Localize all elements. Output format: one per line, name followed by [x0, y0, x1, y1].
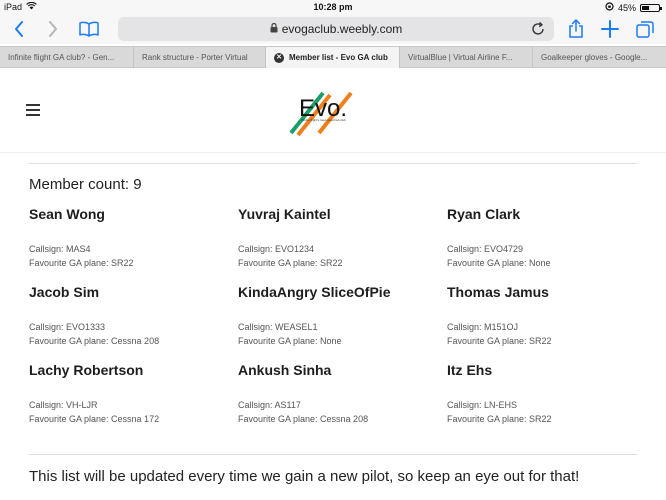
- member-name: Sean Wong: [29, 206, 105, 222]
- lock-icon: [270, 22, 278, 36]
- battery-icon: [640, 3, 662, 12]
- status-bar: iPad 10:28 pm 45%: [0, 0, 666, 14]
- battery-percent: 45%: [617, 2, 636, 13]
- member-card: Yuvraj Kaintel Callsign: EVO1234 Favouri…: [238, 206, 438, 268]
- member-plane: Favourite GA plane: Cessna 208: [238, 414, 369, 424]
- tab-label: Goalkeeper gloves - Google...: [541, 53, 648, 62]
- member-callsign: Callsign: LN-EHS: [447, 400, 518, 410]
- url-text: evogaclub.weebly.com: [281, 22, 403, 36]
- member-plane: Favourite GA plane: SR22: [238, 258, 343, 268]
- member-callsign: Callsign: M151OJ: [447, 322, 519, 332]
- member-callsign: Callsign: EVO4729: [447, 244, 524, 254]
- member-name: Jacob Sim: [29, 284, 100, 300]
- rotation-lock-icon: [605, 2, 614, 13]
- chevron-left-icon: [15, 21, 23, 37]
- member-name: KindaAngry SliceOfPie: [238, 284, 391, 300]
- status-time: 10:28 pm: [313, 2, 353, 12]
- content-divider-top: [29, 163, 637, 164]
- address-bar[interactable]: evogaclub.weebly.com: [118, 17, 554, 41]
- tabs-icon: [636, 21, 654, 38]
- evo-logo[interactable]: Evo. Infinite flight's most loved GA clu…: [285, 83, 365, 137]
- member-card: Ankush Sinha Callsign: AS117 Favourite G…: [238, 362, 438, 424]
- tab-bar: Infinite flight GA club? - Gen... Rank s…: [0, 46, 666, 68]
- member-card: Itz Ehs Callsign: LN-EHS Favourite GA pl…: [447, 362, 647, 424]
- tabs-overview-button[interactable]: [634, 18, 656, 40]
- update-note: This list will be updated every time we …: [29, 468, 580, 485]
- member-plane: Favourite GA plane: None: [238, 336, 342, 346]
- close-tab-icon[interactable]: ✕: [274, 52, 284, 63]
- book-icon: [79, 21, 99, 37]
- member-callsign: Callsign: EVO1333: [29, 322, 106, 332]
- site-header: Evo. Infinite flight's most loved GA clu…: [0, 69, 666, 153]
- member-callsign: Callsign: AS117: [238, 400, 301, 410]
- status-right: 45%: [605, 2, 662, 13]
- member-name: Thomas Jamus: [447, 284, 549, 300]
- member-plane: Favourite GA plane: SR22: [29, 258, 134, 268]
- url-display: evogaclub.weebly.com: [118, 22, 554, 36]
- member-card: Jacob Sim Callsign: EVO1333 Favourite GA…: [29, 284, 229, 346]
- member-name: Ryan Clark: [447, 206, 521, 222]
- member-plane: Favourite GA plane: None: [447, 258, 551, 268]
- member-card: Lachy Robertson Callsign: VH-LJR Favouri…: [29, 362, 229, 424]
- share-button[interactable]: [565, 18, 587, 40]
- battery-fill: [642, 5, 649, 10]
- member-plane: Favourite GA plane: SR22: [447, 414, 552, 424]
- member-plane: Favourite GA plane: Cessna 208: [29, 336, 160, 346]
- reload-button[interactable]: [530, 21, 546, 37]
- member-callsign: Callsign: MAS4: [29, 244, 91, 254]
- bookmarks-button[interactable]: [78, 18, 100, 40]
- share-icon: [569, 19, 583, 38]
- member-name: Itz Ehs: [447, 362, 493, 378]
- member-card: Sean Wong Callsign: MAS4 Favourite GA pl…: [29, 206, 229, 268]
- logo-tagline: Infinite flight's most loved GA club: [301, 118, 346, 122]
- tab-label: Infinite flight GA club? - Gen...: [8, 53, 115, 62]
- tab-member-list[interactable]: ✕ Member list - Evo GA club: [266, 47, 400, 68]
- member-name: Lachy Robertson: [29, 362, 144, 378]
- member-plane: Favourite GA plane: SR22: [447, 336, 552, 346]
- member-card: KindaAngry SliceOfPie Callsign: WEASEL1 …: [238, 284, 438, 346]
- back-button[interactable]: [8, 18, 30, 40]
- tab-label: Rank structure - Porter Virtual: [142, 53, 248, 62]
- reload-icon: [532, 21, 544, 35]
- member-callsign: Callsign: VH-LJR: [29, 400, 98, 410]
- tab-infinite-flight-ga-club[interactable]: Infinite flight GA club? - Gen...: [0, 47, 134, 68]
- tab-goalkeeper-gloves[interactable]: Goalkeeper gloves - Google...: [533, 47, 666, 68]
- tab-rank-structure[interactable]: Rank structure - Porter Virtual: [134, 47, 266, 68]
- member-name: Yuvraj Kaintel: [238, 206, 331, 222]
- member-name: Ankush Sinha: [238, 362, 332, 378]
- content-divider-bottom: [29, 454, 637, 455]
- member-count: Member count: 9: [29, 176, 142, 193]
- chevron-right-icon: [49, 21, 57, 37]
- tab-label: Member list - Evo GA club: [289, 53, 388, 62]
- member-callsign: Callsign: WEASEL1: [238, 322, 318, 332]
- member-card: Ryan Clark Callsign: EVO4729 Favourite G…: [447, 206, 647, 268]
- tab-label: VirtualBlue | Virtual Airline F...: [408, 53, 513, 62]
- browser-toolbar: evogaclub.weebly.com: [0, 14, 666, 44]
- plus-icon: [601, 20, 619, 38]
- tab-virtualblue[interactable]: VirtualBlue | Virtual Airline F...: [400, 47, 533, 68]
- member-plane: Favourite GA plane: Cessna 172: [29, 414, 160, 424]
- member-card: Thomas Jamus Callsign: M151OJ Favourite …: [447, 284, 647, 346]
- new-tab-button[interactable]: [599, 18, 621, 40]
- forward-button[interactable]: [42, 18, 64, 40]
- member-callsign: Callsign: EVO1234: [238, 244, 315, 254]
- menu-icon[interactable]: [26, 104, 40, 116]
